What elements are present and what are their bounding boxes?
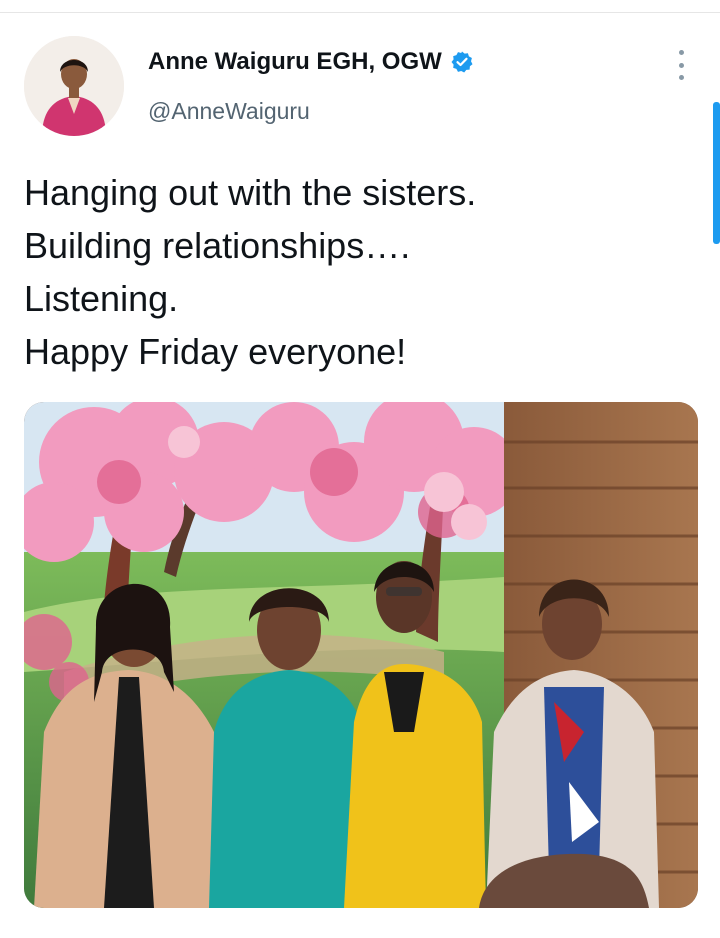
author-display-name[interactable]: Anne Waiguru EGH, OGW bbox=[148, 48, 442, 76]
tweet-text-line: Hanging out with the sisters. bbox=[24, 172, 477, 213]
tweet-text-line: Building relationships…. bbox=[24, 225, 411, 266]
avatar[interactable] bbox=[24, 36, 124, 136]
avatar-photo bbox=[24, 36, 124, 136]
more-vertical-icon[interactable] bbox=[676, 50, 686, 80]
tweet-text-line: Listening. bbox=[24, 278, 179, 319]
verified-badge-icon bbox=[450, 50, 474, 74]
top-divider bbox=[0, 12, 720, 13]
author-name-row: Anne Waiguru EGH, OGW bbox=[148, 48, 474, 76]
author-handle[interactable]: @AnneWaiguru bbox=[148, 98, 310, 125]
tweet-photo[interactable] bbox=[24, 402, 698, 908]
photo-illustration bbox=[24, 402, 698, 908]
scroll-indicator[interactable] bbox=[713, 102, 720, 244]
tweet-text: Hanging out with the sisters. Building r… bbox=[24, 166, 684, 378]
tweet-header: Anne Waiguru EGH, OGW @AnneWaiguru bbox=[24, 36, 696, 136]
tweet-text-line: Happy Friday everyone! bbox=[24, 331, 407, 372]
